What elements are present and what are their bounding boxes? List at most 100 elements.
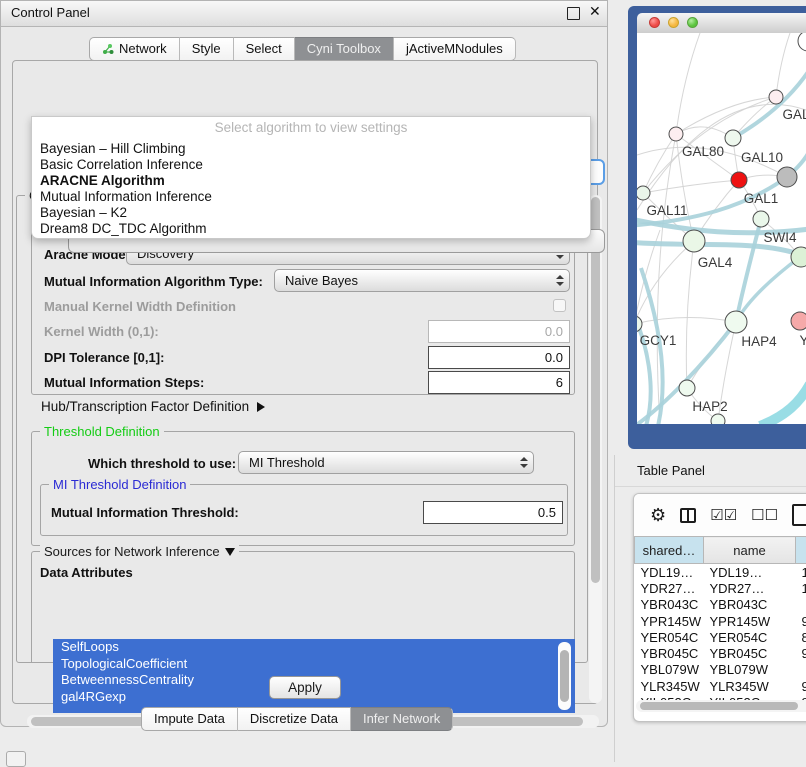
table-row[interactable]: YER054CYER054C8. — [635, 629, 806, 645]
column-header-name[interactable]: name — [704, 537, 796, 564]
which-threshold-combo[interactable]: MI Threshold — [238, 451, 534, 474]
algorithm-option-aracne-algorithm[interactable]: ARACNE Algorithm — [32, 173, 590, 189]
node-hap2[interactable] — [679, 380, 695, 396]
table-row[interactable]: YDR27…YDR27…12 — [635, 580, 806, 596]
node-attribute-table[interactable]: shared…nameA YDL19…YDL19…13YDR27…YDR27…1… — [634, 536, 806, 711]
settings-vscrollbar-thumb[interactable] — [591, 197, 600, 583]
tab-impute-data-label: Impute Data — [154, 708, 225, 730]
hub-tf-disclosure[interactable]: Hub/Transcription Factor Definition — [41, 399, 265, 414]
sources-title[interactable]: Sources for Network Inference — [40, 544, 239, 559]
mi-type-combo[interactable]: Naive Bayes — [274, 269, 570, 292]
network-edge[interactable] — [776, 33, 790, 97]
algorithm-option-bayesian-k2[interactable]: Bayesian – K2 — [32, 205, 590, 221]
dpi-tolerance-field[interactable]: 0.0 — [428, 346, 570, 369]
network-edge[interactable] — [733, 97, 776, 138]
table-cell — [796, 597, 806, 613]
tab-jactivemnodules[interactable]: jActiveMNodules — [394, 37, 516, 61]
close-window-icon[interactable] — [649, 17, 660, 28]
close-panel-icon[interactable]: ✕ — [589, 6, 600, 17]
tab-impute-data[interactable]: Impute Data — [141, 707, 238, 731]
algorithm-popup-list: Bayesian – Hill ClimbingBasic Correlatio… — [32, 141, 590, 237]
table-panel-title: Table Panel — [637, 463, 705, 478]
node-green-right[interactable] — [791, 247, 806, 267]
node-gal4[interactable] — [683, 230, 705, 252]
table-row[interactable]: YDL19…YDL19…13 — [635, 564, 806, 581]
tab-select[interactable]: Select — [234, 37, 295, 61]
manual-kernel-label: Manual Kernel Width Definition — [44, 299, 236, 314]
minimize-window-icon[interactable] — [668, 17, 679, 28]
node-gray[interactable] — [777, 167, 797, 187]
column-header-shared-[interactable]: shared… — [635, 537, 704, 564]
tab-cyni-toolbox[interactable]: Cyni Toolbox — [295, 37, 394, 61]
network-edge[interactable] — [760, 384, 806, 424]
algorithm-option-mutual-information-inference[interactable]: Mutual Information Inference — [32, 189, 590, 205]
node-salmon[interactable] — [791, 312, 806, 330]
network-edge[interactable] — [643, 180, 739, 193]
network-edge[interactable] — [733, 72, 806, 138]
table-cell: YLR345W — [704, 678, 796, 694]
table-row[interactable]: YLR345WYLR345W9. — [635, 678, 806, 694]
select-all-icon[interactable]: ☑☑ — [710, 508, 737, 523]
float-panel-icon[interactable] — [567, 7, 580, 20]
tab-infer-network[interactable]: Infer Network — [351, 707, 453, 731]
kernel-width-field[interactable]: 0.0 — [428, 320, 570, 343]
apply-button[interactable]: Apply — [269, 676, 341, 699]
node-gal80[interactable] — [669, 127, 683, 141]
mi-threshold-field[interactable]: 0.5 — [423, 501, 563, 524]
table-cell: YDL19… — [635, 564, 704, 581]
mi-steps-label: Mutual Information Steps: — [44, 375, 204, 390]
column-header-a[interactable]: A — [796, 537, 806, 564]
panel-splitter[interactable] — [614, 455, 615, 762]
network-canvas[interactable]: GALGAL80GAL10GAL1GAL11SWI4GAL4GCY1HAP4YH… — [637, 33, 806, 424]
attribute-item-selfloops[interactable]: SelfLoops — [53, 639, 575, 656]
table-cell: 12 — [796, 580, 806, 596]
settings-vscrollbar[interactable] — [589, 195, 602, 703]
network-edge[interactable] — [686, 241, 694, 388]
network-edge[interactable] — [736, 257, 800, 322]
attributes-scrollbar-thumb[interactable] — [560, 650, 569, 702]
table-window: ⚙ ☑☑ ☐☐ shared…nameA YDL19…YDL19…13YDR27… — [633, 493, 806, 722]
table-row[interactable]: YBR043CYBR043C — [635, 597, 806, 613]
deselect-all-icon[interactable]: ☐☐ — [751, 508, 778, 523]
gear-icon[interactable]: ⚙ — [650, 506, 666, 524]
network-window-titlebar[interactable] — [637, 13, 806, 34]
table-cell: YLR345W — [635, 678, 704, 694]
tab-network[interactable]: Network — [89, 37, 180, 61]
attribute-item-topologicalcoefficient[interactable]: TopologicalCoefficient — [53, 656, 575, 673]
node-top-arc[interactable] — [798, 33, 806, 51]
panel-toggle-button[interactable] — [6, 751, 26, 767]
columns-icon[interactable] — [680, 508, 696, 523]
cyni-algorithm-settings-group: Cyni Algorithm Settings Algorithm Defini… — [16, 195, 588, 663]
mi-threshold-definition-group: MI Threshold Definition Mutual Informati… — [40, 484, 568, 536]
network-edge[interactable] — [657, 134, 676, 424]
node-hap4[interactable] — [725, 311, 747, 333]
algorithm-option-basic-correlation-inference[interactable]: Basic Correlation Inference — [32, 157, 590, 173]
table-row[interactable]: YPR145WYPR145W9. — [635, 613, 806, 629]
node-gal1[interactable] — [731, 172, 747, 188]
import-table-icon[interactable] — [792, 504, 806, 526]
tab-discretize-data[interactable]: Discretize Data — [238, 707, 351, 731]
table-row[interactable]: YBR045CYBR045C9. — [635, 645, 806, 661]
table-cell: YER054C — [635, 629, 704, 645]
table-cell: 8. — [796, 629, 806, 645]
table-row[interactable]: YBL079WYBL079W — [635, 662, 806, 678]
attributes-scrollbar[interactable] — [558, 642, 571, 710]
network-edge[interactable] — [676, 33, 700, 134]
node-gal-top[interactable] — [769, 90, 783, 104]
manual-kernel-checkbox[interactable] — [553, 299, 566, 312]
tab-style[interactable]: Style — [180, 37, 234, 61]
algorithm-option-bayesian-hill-climbing[interactable]: Bayesian – Hill Climbing — [32, 141, 590, 157]
algorithm-option-dream8-dc-tdc-algorithm[interactable]: Dream8 DC_TDC Algorithm — [32, 221, 590, 237]
maximize-window-icon[interactable] — [687, 17, 698, 28]
node-bottom[interactable] — [711, 414, 725, 424]
mi-steps-field[interactable]: 6 — [428, 371, 570, 394]
algorithm-combo-placeholder: Select algorithm to view settings — [32, 120, 590, 135]
table-hscrollbar[interactable] — [636, 700, 806, 712]
table-hscrollbar-thumb[interactable] — [640, 702, 798, 710]
tab-style-label: Style — [192, 38, 221, 60]
node-gal10[interactable] — [725, 130, 741, 146]
table-cell: YDR27… — [635, 580, 704, 596]
node-gal11[interactable] — [637, 186, 650, 200]
table-cell: 9. — [796, 645, 806, 661]
node-swi4[interactable] — [753, 211, 769, 227]
